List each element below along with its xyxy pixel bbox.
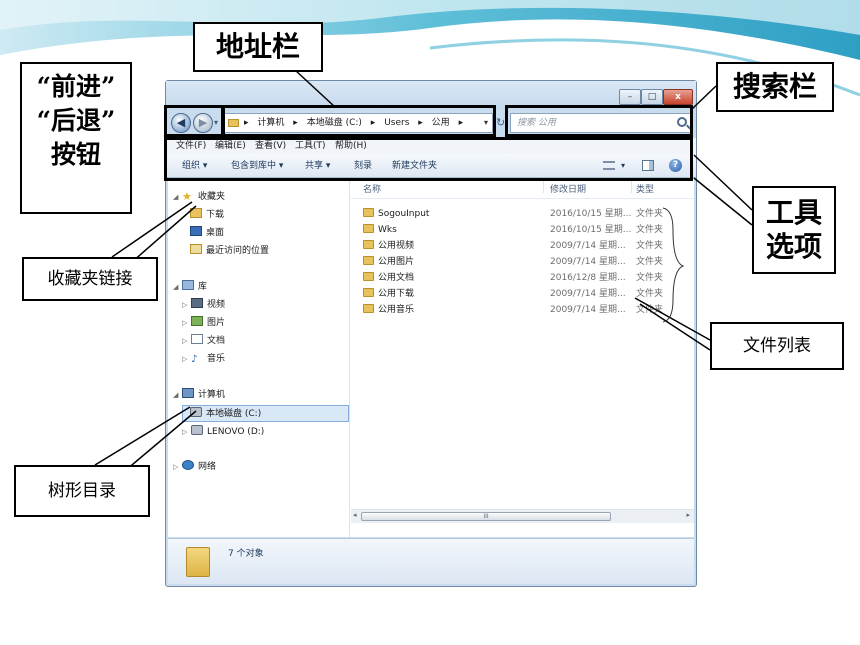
label-favorites-link: 收藏夹链接 [22, 257, 158, 301]
label-line: 选项 [765, 230, 822, 263]
label-line: “后退” [36, 106, 116, 135]
label-toolbar-options: 工具 选项 [752, 186, 836, 274]
label-nav-buttons: “前进” “后退” 按钮 [20, 62, 132, 214]
address-bar-highlight [222, 105, 496, 137]
slide: – □ x ◀ ▶ ▾ ▸ 计算机 ▸ 本地磁盘 (C:) ▸ Users ▸ … [0, 0, 860, 645]
toolbar-highlight [164, 137, 693, 181]
label-line: “前进” [36, 72, 116, 101]
nav-buttons-highlight [164, 105, 224, 137]
label-line: 按钮 [50, 140, 101, 169]
label-search-bar: 搜索栏 [716, 62, 834, 112]
search-bar-highlight [505, 105, 693, 137]
label-line: 工具 [765, 196, 822, 229]
label-file-list: 文件列表 [710, 322, 844, 370]
label-tree-directory: 树形目录 [14, 465, 150, 517]
label-address-bar: 地址栏 [193, 22, 323, 72]
